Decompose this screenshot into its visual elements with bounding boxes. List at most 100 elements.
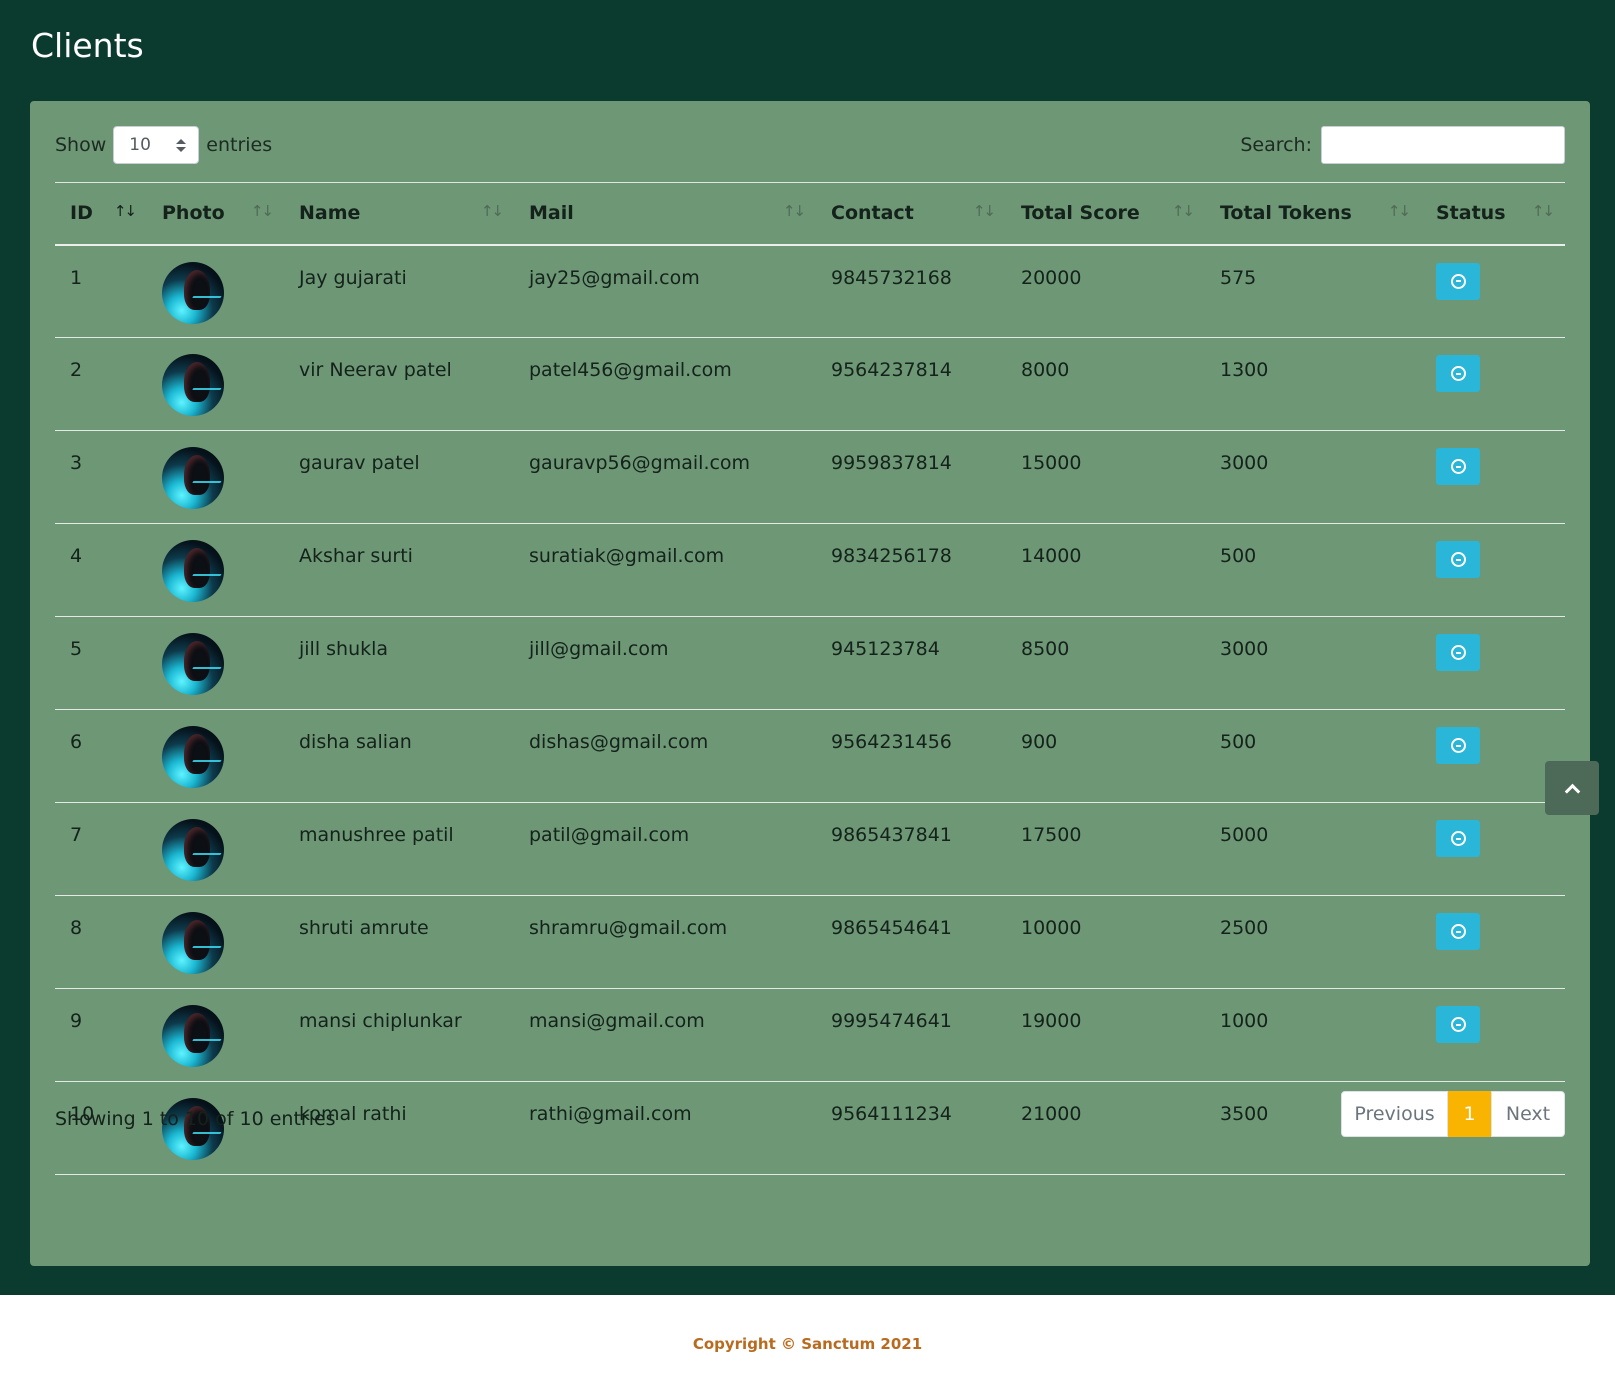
cell-name: gaurav patel bbox=[284, 430, 514, 524]
cell-total-score: 19000 bbox=[1006, 988, 1205, 1082]
pagination: Previous 1 Next bbox=[1341, 1091, 1565, 1137]
cell-mail: jill@gmail.com bbox=[514, 616, 816, 710]
cell-id: 3 bbox=[55, 430, 147, 524]
cell-total-tokens: 3000 bbox=[1205, 616, 1421, 710]
column-header-total-tokens[interactable]: Total Tokens ↑↓ bbox=[1205, 182, 1421, 246]
cell-total-tokens: 500 bbox=[1205, 523, 1421, 617]
cell-contact: 9959837814 bbox=[816, 430, 1006, 524]
minus-circle-icon bbox=[1450, 645, 1466, 660]
search-label: Search: bbox=[1240, 134, 1312, 156]
status-button[interactable] bbox=[1436, 355, 1480, 392]
table-row: 1 Jay gujarati jay25@gmail.com 984573216… bbox=[55, 244, 1565, 338]
status-button[interactable] bbox=[1436, 913, 1480, 950]
cell-photo bbox=[147, 988, 284, 1082]
cell-id: 5 bbox=[55, 616, 147, 710]
cell-contact: 9564237814 bbox=[816, 337, 1006, 431]
cell-total-score: 20000 bbox=[1006, 244, 1205, 338]
cell-status bbox=[1421, 244, 1565, 338]
column-header-photo[interactable]: Photo ↑↓ bbox=[147, 182, 284, 246]
cell-total-tokens: 500 bbox=[1205, 709, 1421, 803]
cell-total-tokens: 5000 bbox=[1205, 802, 1421, 896]
cell-name: manushree patil bbox=[284, 802, 514, 896]
cell-total-score: 14000 bbox=[1006, 523, 1205, 617]
table-row: 5 jill shukla jill@gmail.com 945123784 8… bbox=[55, 616, 1565, 710]
status-button[interactable] bbox=[1436, 820, 1480, 857]
back-to-top-button[interactable] bbox=[1545, 761, 1599, 815]
status-button[interactable] bbox=[1436, 541, 1480, 578]
cell-name: jill shukla bbox=[284, 616, 514, 710]
cell-mail: mansi@gmail.com bbox=[514, 988, 816, 1082]
avatar bbox=[162, 354, 224, 416]
table-row: 2 vir Neerav patel patel456@gmail.com 95… bbox=[55, 337, 1565, 431]
column-header-contact[interactable]: Contact ↑↓ bbox=[816, 182, 1006, 246]
sort-arrows-icon: ↑↓ bbox=[250, 202, 274, 220]
table-row: 4 Akshar surti suratiak@gmail.com 983425… bbox=[55, 523, 1565, 617]
column-header-status[interactable]: Status ↑↓ bbox=[1421, 182, 1565, 246]
table-row: 8 shruti amrute shramru@gmail.com 986545… bbox=[55, 895, 1565, 989]
avatar bbox=[162, 819, 224, 881]
clients-card: Show 10 entries Search: ID ↑↓ Photo ↑↓ N… bbox=[30, 101, 1590, 1266]
cell-photo bbox=[147, 430, 284, 524]
sort-arrows-icon: ↑↓ bbox=[782, 202, 806, 220]
main-content: Clients Show 10 entries Search: ID ↑↓ Ph… bbox=[0, 0, 1615, 1295]
cell-id: 7 bbox=[55, 802, 147, 896]
minus-circle-icon bbox=[1450, 459, 1466, 474]
cell-status bbox=[1421, 988, 1565, 1082]
column-header-name[interactable]: Name ↑↓ bbox=[284, 182, 514, 246]
status-button[interactable] bbox=[1436, 448, 1480, 485]
cell-total-score: 10000 bbox=[1006, 895, 1205, 989]
avatar bbox=[162, 633, 224, 695]
column-header-mail[interactable]: Mail ↑↓ bbox=[514, 182, 816, 246]
sort-arrows-icon: ↑↓ bbox=[1387, 202, 1411, 220]
cell-total-score: 15000 bbox=[1006, 430, 1205, 524]
cell-total-tokens: 1000 bbox=[1205, 988, 1421, 1082]
column-header-id[interactable]: ID ↑↓ bbox=[55, 182, 147, 246]
cell-status bbox=[1421, 337, 1565, 431]
page-title: Clients bbox=[31, 26, 144, 65]
cell-photo bbox=[147, 616, 284, 710]
cell-photo bbox=[147, 895, 284, 989]
cell-status bbox=[1421, 430, 1565, 524]
entries-label: entries bbox=[206, 134, 273, 156]
minus-circle-icon bbox=[1450, 273, 1466, 289]
entries-select-value: 10 bbox=[129, 135, 151, 155]
minus-circle-icon bbox=[1450, 738, 1466, 753]
cell-photo bbox=[147, 802, 284, 896]
table-header-row: ID ↑↓ Photo ↑↓ Name ↑↓ Mail ↑↓ Contact ↑↓ Tot… bbox=[55, 182, 1565, 246]
sort-arrows-icon: ↑↓ bbox=[972, 202, 996, 220]
minus-circle-icon bbox=[1450, 552, 1466, 567]
cell-contact: 9995474641 bbox=[816, 988, 1006, 1082]
status-button[interactable] bbox=[1436, 727, 1480, 764]
cell-total-score: 17500 bbox=[1006, 802, 1205, 896]
status-button[interactable] bbox=[1436, 262, 1480, 300]
cell-photo bbox=[147, 523, 284, 617]
status-button[interactable] bbox=[1436, 1006, 1480, 1043]
next-page-button[interactable]: Next bbox=[1491, 1091, 1565, 1137]
cell-status bbox=[1421, 802, 1565, 896]
status-button[interactable] bbox=[1436, 634, 1480, 671]
cell-mail: suratiak@gmail.com bbox=[514, 523, 816, 617]
cell-mail: rathi@gmail.com bbox=[514, 1081, 816, 1175]
minus-circle-icon bbox=[1450, 831, 1466, 846]
cell-status bbox=[1421, 709, 1565, 803]
column-header-total-score[interactable]: Total Score ↑↓ bbox=[1006, 182, 1205, 246]
table-row: 9 mansi chiplunkar mansi@gmail.com 99954… bbox=[55, 988, 1565, 1082]
cell-status bbox=[1421, 895, 1565, 989]
cell-total-score: 8500 bbox=[1006, 616, 1205, 710]
cell-contact: 9865437841 bbox=[816, 802, 1006, 896]
avatar bbox=[162, 261, 224, 324]
previous-page-button[interactable]: Previous bbox=[1341, 1091, 1448, 1137]
search-input[interactable] bbox=[1321, 126, 1565, 164]
sort-arrows-icon: ↑↓ bbox=[1531, 202, 1555, 220]
sort-arrows-icon: ↑↓ bbox=[480, 202, 504, 220]
page-1-button[interactable]: 1 bbox=[1448, 1091, 1491, 1137]
cell-contact: 9845732168 bbox=[816, 244, 1006, 338]
cell-id: 2 bbox=[55, 337, 147, 431]
entries-select[interactable]: 10 bbox=[113, 126, 200, 164]
table-row: 3 gaurav patel gauravp56@gmail.com 99598… bbox=[55, 430, 1565, 524]
cell-photo bbox=[147, 709, 284, 803]
cell-mail: dishas@gmail.com bbox=[514, 709, 816, 803]
show-label: Show bbox=[55, 134, 107, 156]
select-arrows-icon bbox=[176, 138, 187, 152]
cell-name: Akshar surti bbox=[284, 523, 514, 617]
